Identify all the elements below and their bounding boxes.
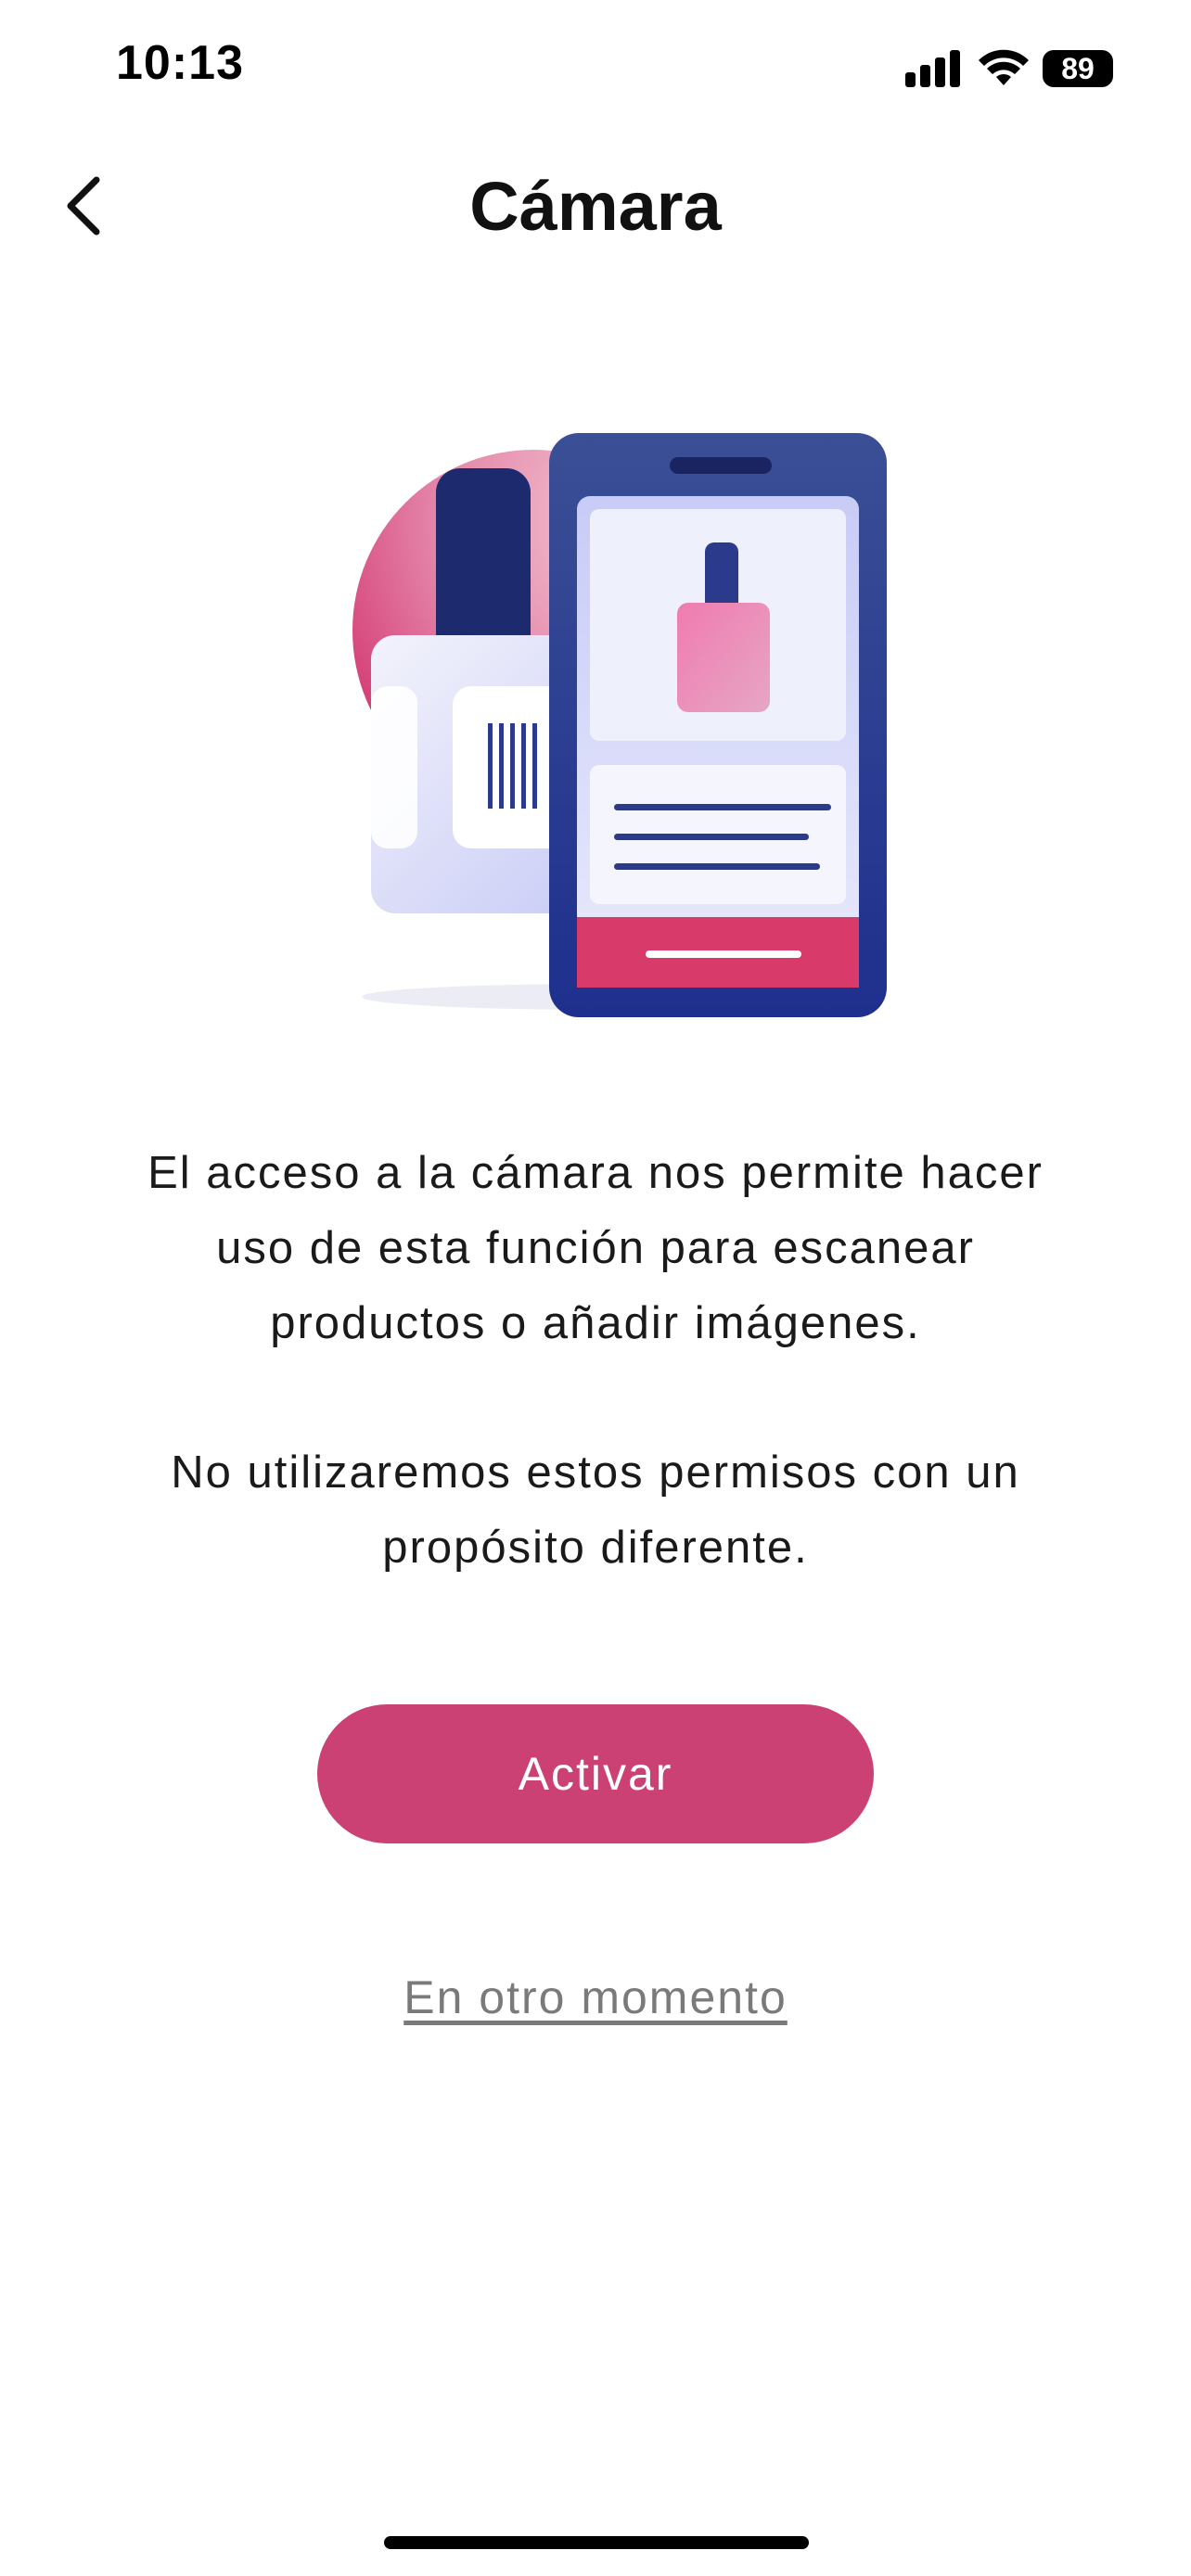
wifi-icon <box>979 49 1029 85</box>
description-line: uso de esta función para escanear <box>216 1223 975 1273</box>
camera-illustration <box>352 433 887 1017</box>
nav-bar: Cámara <box>0 158 1191 269</box>
privacy-note-line: propósito diferente. <box>382 1523 809 1573</box>
camera-permission-screen: 10:13 89 Cámara El acceso a la cámara no… <box>0 0 1191 2576</box>
status-bar: 10:13 89 <box>0 0 1191 139</box>
status-time: 10:13 <box>116 36 244 90</box>
phone-icon <box>549 433 887 1017</box>
description-line: productos o añadir imágenes. <box>270 1298 921 1348</box>
privacy-note-line: No utilizaremos estos permisos con un <box>171 1447 1020 1498</box>
later-link[interactable]: En otro momento <box>403 1971 788 2023</box>
battery-icon: 89 <box>1043 50 1113 87</box>
description-line: El acceso a la cámara nos permite hacer <box>147 1148 1044 1198</box>
later-link-container: En otro momento <box>0 1970 1191 2024</box>
activate-button[interactable]: Activar <box>317 1704 874 1843</box>
privacy-note-paragraph: No utilizaremos estos permisos con un pr… <box>74 1435 1117 1586</box>
cellular-signal-icon <box>905 50 963 87</box>
description-paragraph: El acceso a la cámara nos permite hacer … <box>74 1136 1117 1361</box>
home-indicator[interactable] <box>384 2536 809 2549</box>
chevron-left-icon <box>67 176 100 236</box>
page-title: Cámara <box>469 168 722 245</box>
battery-level: 89 <box>1061 52 1095 85</box>
back-button[interactable] <box>46 169 121 243</box>
